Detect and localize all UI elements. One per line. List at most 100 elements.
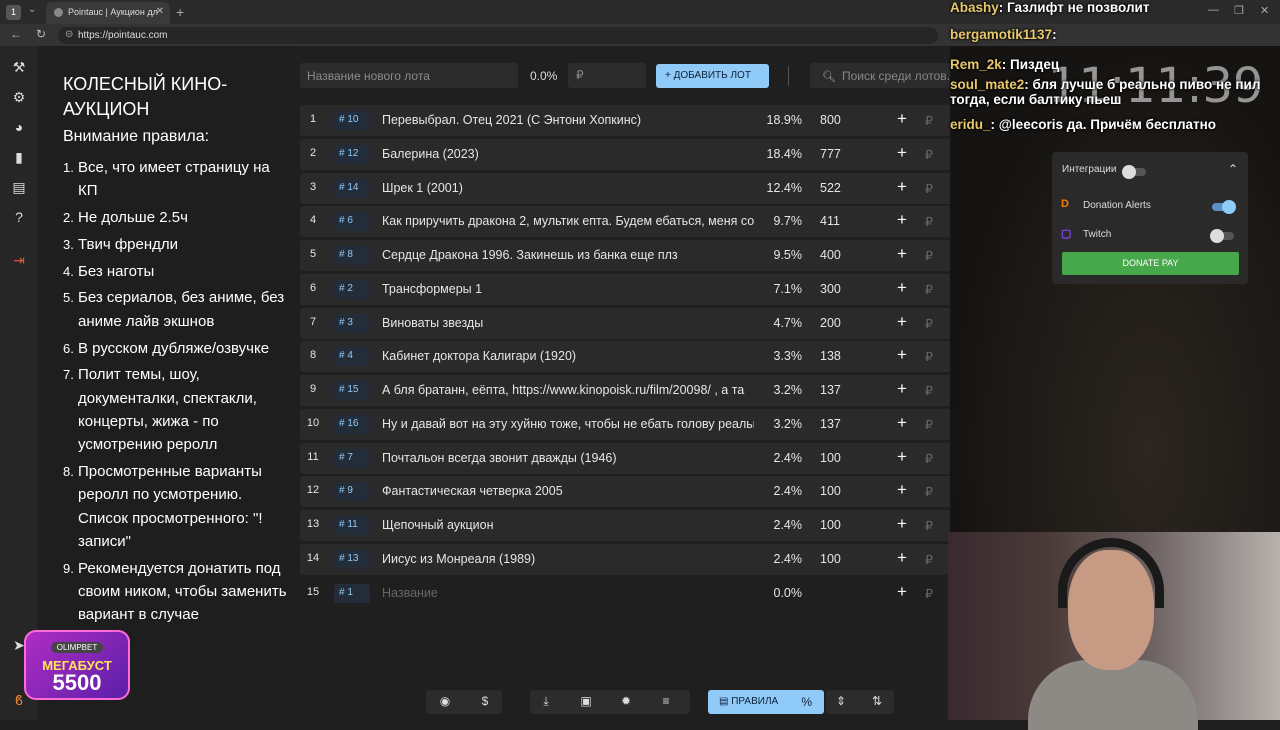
lot-row[interactable]: 12 # 9 Фантастическая четверка 2005 2.4% 100… (300, 476, 1036, 508)
lot-title-input[interactable]: Название (382, 586, 754, 600)
lot-title[interactable]: Шрек 1 (2001) (382, 181, 754, 195)
lot-amount[interactable]: 200 (820, 316, 841, 330)
lot-title[interactable]: Трансформеры 1 (382, 282, 754, 296)
save-icon[interactable]: ▣ (573, 694, 599, 708)
settings-icon[interactable]: ⚙ (10, 88, 28, 106)
lot-row[interactable]: 7# 3Виноваты звезды4.7%200+₽🗑︎••• (300, 307, 1036, 339)
add-amount-icon[interactable]: + (897, 244, 907, 264)
gavel-icon[interactable]: ⚒ (10, 58, 28, 76)
bug-icon[interactable]: ✹ (613, 694, 639, 708)
stats-icon[interactable]: ▮ (10, 148, 28, 166)
promo-banner[interactable]: OLIMPBET МЕГАБУСТ 5500 (24, 630, 130, 700)
lot-title[interactable]: А бля братанн, еёпта, https://www.kinopo… (382, 383, 754, 397)
integrations-toggle[interactable] (1122, 165, 1146, 179)
add-amount-icon[interactable]: + (897, 379, 907, 399)
browser-tab[interactable]: Pointauc | Аукцион дл ✕ (46, 2, 170, 24)
lot-id-badge[interactable]: # 6 (334, 212, 370, 232)
add-lot-button[interactable]: + ДОБАВИТЬ ЛОТ (656, 64, 769, 88)
lot-id-badge[interactable]: # 14 (334, 178, 370, 198)
lot-title[interactable]: Почтальон всегда звонит дважды (1946) (382, 451, 754, 465)
add-amount-icon[interactable]: + (897, 312, 907, 332)
lot-title[interactable]: Перевыбрал. Отец 2021 (С Энтони Хопкинс) (382, 113, 754, 127)
wheel-icon[interactable]: ◕ (10, 118, 28, 136)
lot-title[interactable]: Щепочный аукцион (382, 518, 754, 532)
lot-row[interactable]: 11 # 7 Почтальон всегда звонит дважды (194… (300, 442, 1036, 474)
amount-input[interactable]: ₽ (925, 484, 933, 499)
donation-alerts-toggle[interactable] (1212, 200, 1236, 214)
lot-title[interactable]: Фантастическая четверка 2005 (382, 484, 754, 498)
amount-input[interactable]: ₽ (925, 552, 933, 567)
lot-id-badge[interactable]: # 3 (334, 313, 370, 333)
lot-row[interactable]: 2# 12Балерина (2023)18.4%777+₽🗑︎••• (300, 138, 1036, 170)
tab-list-chevron-icon[interactable]: ⌄ (28, 4, 36, 15)
site-info-icon[interactable]: ⊝ (65, 29, 73, 40)
lot-amount[interactable]: 100 (820, 552, 841, 566)
lot-title[interactable]: Балерина (2023) (382, 147, 754, 161)
lot-amount[interactable]: 100 (820, 484, 841, 498)
history-icon[interactable]: ▤ (10, 178, 28, 196)
lot-id-badge[interactable]: # 10 (334, 111, 370, 130)
amount-input[interactable]: ₽ (925, 181, 933, 196)
lot-id-badge[interactable]: # 13 (334, 549, 370, 569)
lot-row[interactable]: 6# 2Трансформеры 17.1%300+₽🗑︎••• (300, 273, 1036, 305)
amount-input[interactable]: ₽ (925, 383, 933, 398)
add-amount-icon[interactable]: + (897, 548, 907, 568)
url-field[interactable]: ⊝ https://pointauc.com (58, 27, 938, 44)
lot-amount[interactable]: 411 (820, 214, 840, 228)
lot-row[interactable]: 5 # 8 Сердце Дракона 1996. Закинешь из бан… (300, 240, 1036, 271)
amount-input[interactable]: ₽ (925, 113, 933, 128)
twitch-toggle[interactable] (1210, 229, 1234, 243)
amount-input[interactable]: ₽ (925, 147, 933, 162)
lot-amount[interactable]: 137 (820, 383, 841, 397)
lot-id-badge[interactable]: # 1 (334, 583, 370, 603)
add-amount-icon[interactable]: + (897, 413, 907, 433)
lot-row[interactable]: 4 # 6 Как приручить дракона 2, мультик епт… (300, 206, 1036, 238)
help-icon[interactable]: ? (10, 208, 28, 226)
add-amount-icon[interactable]: + (897, 480, 907, 500)
add-amount-icon[interactable]: + (897, 345, 907, 365)
lot-id-badge[interactable]: # 12 (334, 144, 370, 164)
rules-toggle-button[interactable]: ▤ ПРАВИЛА % (708, 690, 824, 714)
amount-input[interactable]: ₽ (925, 349, 933, 364)
lot-amount[interactable]: 400 (820, 248, 841, 262)
lot-row[interactable]: 1 # 10 Перевыбрал. Отец 2021 (С Энтони Хоп… (300, 105, 1036, 136)
percent-icon[interactable]: % (801, 695, 812, 709)
lot-amount[interactable]: 800 (820, 113, 841, 127)
lot-row[interactable]: 10 # 16 Ну и давай вот на эту хуйню тоже, … (300, 408, 1036, 440)
tab-close-icon[interactable]: ✕ (156, 6, 164, 17)
lot-amount[interactable]: 777 (820, 147, 841, 161)
amount-input[interactable]: ₽ (925, 451, 933, 466)
add-amount-icon[interactable]: + (897, 177, 907, 197)
lot-row[interactable]: 14# 13Иисус из Монреаля (1989)2.4%100+₽🗑… (300, 543, 1036, 575)
lot-row[interactable]: 9 # 15 А бля братанн, еёпта, https://www.k… (300, 375, 1036, 406)
lot-id-badge[interactable]: # 15 (334, 381, 370, 400)
lot-amount[interactable]: 138 (820, 349, 841, 363)
new-lot-amount-input[interactable]: ₽ (568, 63, 646, 88)
lot-row[interactable]: 3# 14Шрек 1 (2001)12.4%522+₽🗑︎••• (300, 172, 1036, 204)
back-icon[interactable]: ← (10, 27, 22, 41)
lot-amount[interactable]: 522 (820, 181, 841, 195)
add-amount-icon[interactable]: + (897, 582, 907, 602)
lot-amount[interactable]: 300 (820, 282, 841, 296)
add-amount-icon[interactable]: + (897, 143, 907, 163)
lot-id-badge[interactable]: # 7 (334, 448, 370, 468)
lot-id-badge[interactable]: # 9 (334, 482, 370, 502)
lot-title[interactable]: Кабинет доктора Калигари (1920) (382, 349, 754, 363)
lot-amount[interactable]: 137 (820, 417, 841, 431)
swap-sort-icon[interactable]: ⇅ (864, 694, 890, 708)
add-amount-icon[interactable]: + (897, 210, 907, 230)
donate-icon[interactable]: $ (472, 694, 498, 708)
collapse-chevron-icon[interactable]: ⌃ (1228, 162, 1238, 176)
reload-icon[interactable]: ↻ (36, 27, 46, 41)
donate-pay-button[interactable]: DONATE PAY (1062, 252, 1239, 275)
lot-row[interactable]: 15 # 1 Название 0.0% + ₽ (300, 578, 1036, 609)
lot-title[interactable]: Виноваты звезды (382, 316, 754, 330)
compact-icon[interactable]: ⇕ (828, 694, 854, 708)
sort-list-icon[interactable]: ≡ (653, 694, 679, 708)
lot-title[interactable]: Сердце Дракона 1996. Закинешь из банка е… (382, 248, 754, 262)
amount-input[interactable]: ₽ (925, 417, 933, 432)
amount-input[interactable]: ₽ (925, 214, 933, 229)
lot-amount[interactable]: 100 (820, 518, 841, 532)
lot-row[interactable]: 8 # 4 Кабинет доктора Калигари (1920) 3.3% 1… (300, 341, 1036, 373)
logout-icon[interactable]: ⇥ (10, 251, 28, 269)
